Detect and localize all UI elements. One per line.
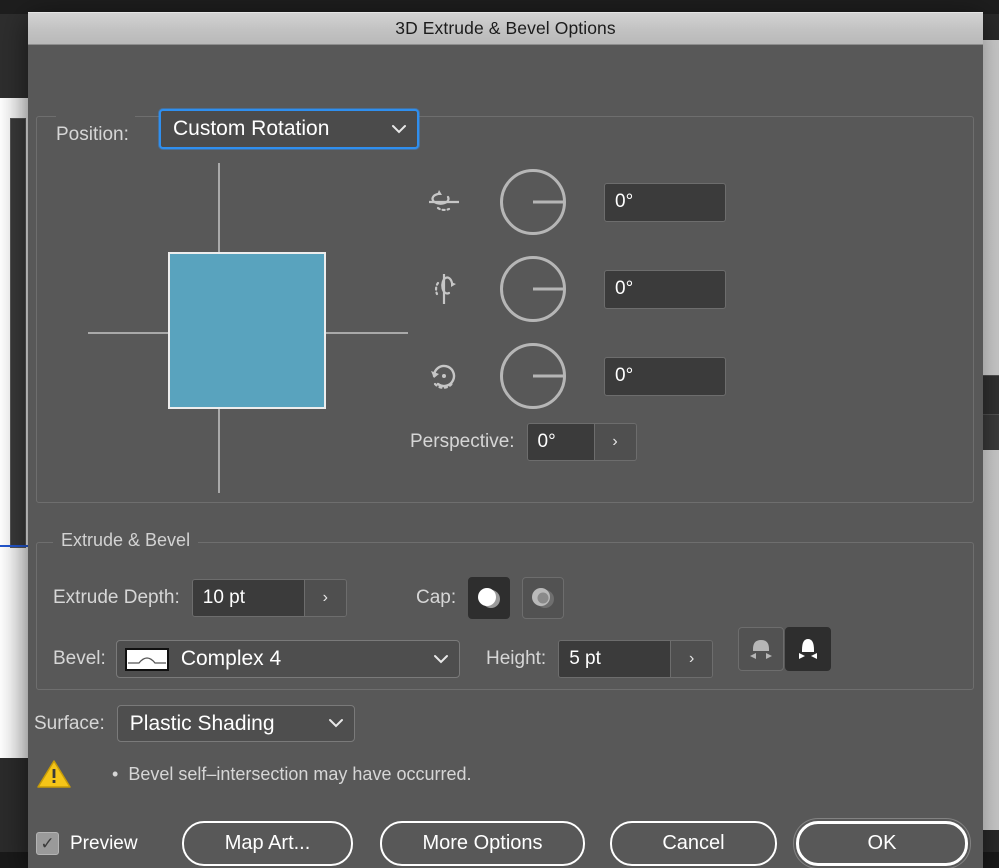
rotate-z-input[interactable]: 0°: [604, 356, 726, 396]
warning-triangle-icon: [36, 758, 72, 790]
height-stepper-button[interactable]: ›: [670, 641, 713, 677]
perspective-row: Perspective: 0° ›: [410, 423, 637, 461]
preview-shape[interactable]: [168, 252, 326, 409]
height-label: Height:: [486, 648, 547, 669]
extrude-depth-value: 10 pt: [202, 587, 246, 608]
cancel-button[interactable]: Cancel: [610, 821, 777, 866]
preview-checkbox-row[interactable]: ✓ Preview: [36, 832, 138, 855]
rotate-x-value: 0°: [615, 191, 634, 212]
height-input[interactable]: 5 pt: [559, 641, 671, 677]
cancel-button-label: Cancel: [662, 832, 725, 854]
dialog-body: Position: Custom Rotation 0° 0° 0° Persp…: [28, 45, 983, 868]
dialog-footer: ✓ Preview Map Art... More Options Cancel…: [28, 819, 983, 868]
screen: 3D Extrude & Bevel Options Position: Cus…: [0, 0, 999, 868]
bevel-extent-in-button[interactable]: [785, 627, 831, 671]
chevron-right-icon: ›: [612, 433, 618, 450]
surface-dropdown[interactable]: Plastic Shading: [116, 705, 355, 742]
bevel-row: Bevel: Complex 4: [53, 640, 460, 678]
more-options-button-label: More Options: [422, 832, 543, 854]
warning-row: • Bevel self–intersection may have occur…: [36, 758, 471, 790]
cap-hollow-button[interactable]: [522, 577, 565, 619]
cap-solid-button[interactable]: [468, 577, 511, 619]
rotate-y-icon: [426, 271, 462, 307]
preview-checkbox[interactable]: ✓: [36, 832, 59, 855]
ok-button[interactable]: OK: [796, 821, 968, 866]
perspective-input[interactable]: 0°: [527, 424, 594, 460]
bevel-label: Bevel:: [53, 648, 106, 669]
ok-button-label: OK: [867, 832, 897, 854]
bevel-extent-group: [738, 627, 831, 671]
rotate-x-icon: [426, 184, 462, 220]
extrude-depth-stepper[interactable]: 10 pt ›: [191, 579, 347, 617]
bevel-profile-icon: [124, 647, 169, 671]
position-label: Position:: [56, 116, 135, 153]
extrude-depth-stepper-button[interactable]: ›: [303, 580, 346, 616]
chevron-down-icon: [328, 715, 344, 732]
surface-row: Surface: Plastic Shading: [34, 705, 355, 742]
map-art-button[interactable]: Map Art...: [182, 821, 353, 866]
chevron-right-icon: ›: [322, 589, 328, 606]
surface-dropdown-value: Plastic Shading: [129, 711, 275, 735]
perspective-label: Perspective:: [410, 431, 515, 452]
cap-label: Cap:: [416, 587, 457, 608]
chevron-down-icon: [433, 651, 449, 668]
dialog-title: 3D Extrude & Bevel Options: [395, 18, 616, 38]
extrude-depth-label: Extrude Depth:: [53, 587, 180, 608]
rotate-x-dial[interactable]: [500, 169, 566, 235]
background-tools-panel: [10, 118, 26, 548]
perspective-stepper-button[interactable]: ›: [593, 424, 636, 460]
rotation-row-y: 0°: [426, 256, 726, 322]
chevron-right-icon: ›: [689, 650, 695, 667]
bevel-extent-out-button[interactable]: [738, 627, 784, 671]
warning-message: Bevel self–intersection may have occurre…: [128, 763, 472, 784]
rotate-y-value: 0°: [615, 278, 634, 299]
surface-label: Surface:: [34, 712, 105, 734]
dialog-titlebar[interactable]: 3D Extrude & Bevel Options: [28, 12, 983, 45]
background-selection-guide: [0, 545, 30, 547]
map-art-button-label: Map Art...: [224, 832, 311, 854]
rotate-z-icon: [426, 358, 462, 394]
perspective-stepper[interactable]: 0° ›: [526, 423, 637, 461]
height-stepper[interactable]: 5 pt ›: [558, 640, 714, 678]
rotation-row-z: 0°: [426, 343, 726, 409]
checkmark-icon: ✓: [40, 834, 55, 853]
position-dropdown-value: Custom Rotation: [173, 117, 330, 140]
rotate-y-input[interactable]: 0°: [604, 269, 726, 309]
rotate-z-value: 0°: [615, 365, 634, 386]
three-d-extrude-bevel-dialog: 3D Extrude & Bevel Options Position: Cus…: [28, 12, 983, 868]
extrude-depth-row: Extrude Depth: 10 pt ›: [53, 579, 347, 617]
bevel-dropdown-value: Complex 4: [180, 647, 282, 670]
extrude-depth-input[interactable]: 10 pt: [192, 580, 304, 616]
rotate-x-input[interactable]: 0°: [604, 182, 726, 222]
rotation-preview-pane[interactable]: [58, 163, 408, 493]
rotate-y-dial[interactable]: [500, 256, 566, 322]
rotation-row-x: 0°: [426, 169, 726, 235]
preview-checkbox-label: Preview: [70, 832, 138, 854]
cap-row: Cap:: [416, 577, 565, 619]
height-value: 5 pt: [569, 648, 601, 669]
height-row: Height: 5 pt ›: [486, 640, 714, 678]
chevron-down-icon: [391, 121, 407, 138]
perspective-value: 0°: [537, 431, 556, 452]
background-toolbar-strip: [0, 14, 30, 98]
warning-bullet: •: [112, 763, 119, 784]
more-options-button[interactable]: More Options: [380, 821, 585, 866]
extrude-bevel-legend: Extrude & Bevel: [53, 530, 199, 551]
bevel-dropdown[interactable]: Complex 4: [115, 640, 460, 678]
rotate-z-dial[interactable]: [500, 343, 566, 409]
position-dropdown[interactable]: Custom Rotation: [159, 109, 419, 149]
